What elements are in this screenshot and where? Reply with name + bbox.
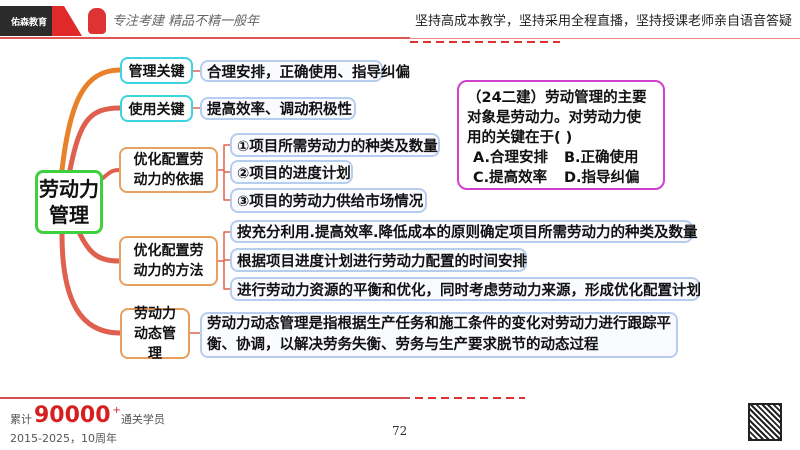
- count-suffix: 通关学员: [120, 413, 165, 426]
- leaf-item: 根据项目进度计划进行劳动力配置的时间安排: [230, 248, 527, 272]
- leaf-item: 进行劳动力资源的平衡和优化，同时考虑劳动力来源，形成优化配置计划: [230, 277, 701, 301]
- branch-line-4: [77, 231, 122, 264]
- branch-usage-key: 使用关键: [120, 95, 193, 122]
- footer-divider: [0, 397, 410, 399]
- question-stem: （24二建）劳动管理的主要对象是劳动力。对劳动力使用的关键在于( ): [467, 90, 647, 146]
- option-c: C.提高效率: [473, 170, 548, 186]
- leaf-item: 提高效率、调动积极性: [200, 97, 356, 120]
- qr-code-icon: [748, 403, 782, 441]
- leaf-item: 合理安排，正确使用、指导纠偏: [200, 60, 410, 82]
- leaf-item: 按充分利用.提高效率.降低成本的原则确定项目所需劳动力的种类及数量: [230, 220, 698, 243]
- student-count: 累计 90000 + 通关学员: [10, 405, 165, 427]
- leaf-item: ①项目所需劳动力的种类及数量: [230, 133, 440, 157]
- exam-question-box: （24二建）劳动管理的主要对象是劳动力。对劳动力使用的关键在于( ) A.合理安…: [457, 80, 665, 190]
- count-plus: +: [112, 405, 121, 416]
- page-number: 72: [392, 424, 408, 438]
- leaf-item: 劳动力动态管理是指根据生产任务和施工条件的变化对劳动力进行跟踪平衡、协调，以解决…: [200, 312, 678, 358]
- option-d: D.指导纠偏: [564, 170, 640, 186]
- branch-dynamic-management: 劳动力动态管理: [120, 306, 190, 362]
- branch-allocation-method: 优化配置劳动力的方法: [119, 236, 218, 286]
- count-number: 90000: [34, 403, 111, 428]
- count-prefix: 累计: [10, 413, 32, 426]
- anniversary-text: 2015-2025，10周年: [10, 432, 117, 445]
- leaf-item: ②项目的进度计划: [230, 160, 353, 184]
- branch-management-key: 管理关键: [120, 57, 193, 84]
- footer-dashes: [415, 397, 525, 399]
- leaf-item: ③项目的劳动力供给市场情况: [230, 188, 427, 213]
- option-a: A.合理安排: [473, 150, 548, 166]
- branch-line-3: [101, 168, 121, 180]
- branch-line-2: [67, 105, 123, 173]
- branch-allocation-basis: 优化配置劳动力的依据: [119, 147, 218, 193]
- option-b: B.正确使用: [564, 150, 639, 166]
- root-node: 劳动力管理: [35, 170, 103, 234]
